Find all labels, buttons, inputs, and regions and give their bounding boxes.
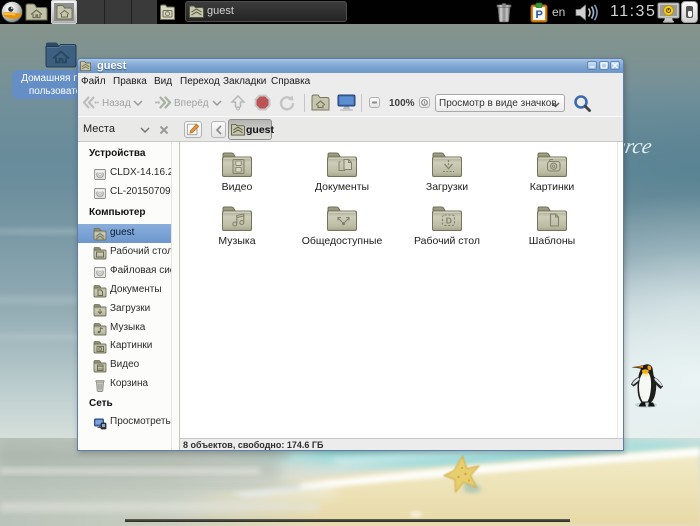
svg-text:D: D — [446, 216, 452, 226]
svg-text:P: P — [536, 9, 543, 21]
